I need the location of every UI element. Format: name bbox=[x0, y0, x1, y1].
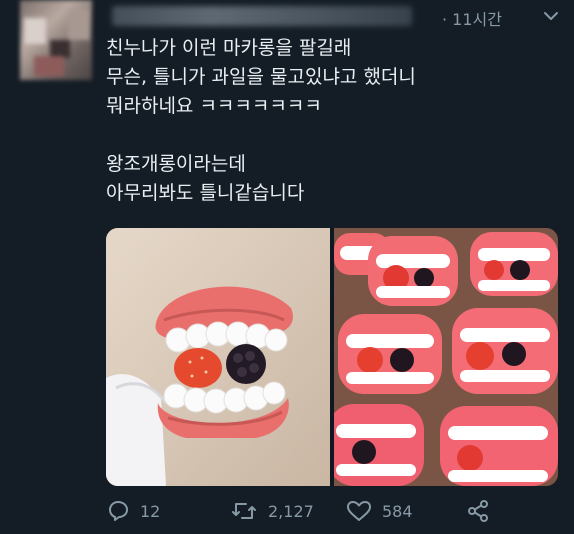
tweet-line: 무슨, 틀니가 과일을 물고있냐고 했더니 bbox=[106, 66, 416, 88]
like-button[interactable]: 584 bbox=[346, 496, 413, 526]
tweet-text: 친누나가 이런 마카롱을 팔길래 무슨, 틀니가 과일을 물고있냐고 했더니 뭐… bbox=[106, 34, 566, 208]
tweet-line: 뭐라하네요 ㅋㅋㅋㅋㅋㅋㅋ bbox=[106, 95, 322, 117]
tweet-line: 왕조개롱이라는데 bbox=[106, 153, 246, 175]
author-name-blurred[interactable] bbox=[112, 6, 412, 26]
macaron-hand-photo-icon bbox=[106, 228, 330, 486]
tweet-line: 친누나가 이런 마카롱을 팔길래 bbox=[106, 37, 352, 59]
avatar[interactable] bbox=[20, 0, 92, 80]
tweet-actions: 12 2,127 584 bbox=[106, 496, 566, 526]
heart-icon bbox=[347, 501, 371, 521]
retweet-button[interactable]: 2,127 bbox=[230, 496, 314, 526]
retweet-count: 2,127 bbox=[268, 501, 314, 521]
media-photo-2[interactable] bbox=[334, 228, 558, 486]
media-photo-1[interactable] bbox=[106, 228, 330, 486]
reply-button[interactable]: 12 bbox=[106, 496, 160, 526]
share-button[interactable] bbox=[466, 496, 500, 526]
share-icon bbox=[468, 500, 488, 522]
tweet-line: 아무리봐도 틀니같습니다 bbox=[106, 182, 305, 204]
tweet-media bbox=[106, 228, 558, 486]
timestamp[interactable]: · 11시간 bbox=[442, 6, 502, 30]
tweet-card[interactable]: · 11시간 친누나가 이런 마카롱을 팔길래 무슨, 틀니가 과일을 물고있냐… bbox=[0, 0, 574, 534]
reply-icon bbox=[109, 501, 128, 521]
retweet-icon bbox=[232, 503, 256, 519]
chevron-down-icon[interactable] bbox=[540, 6, 562, 26]
like-count: 584 bbox=[382, 501, 413, 521]
reply-count: 12 bbox=[140, 501, 161, 521]
macaron-tray-photo-icon bbox=[334, 228, 558, 486]
